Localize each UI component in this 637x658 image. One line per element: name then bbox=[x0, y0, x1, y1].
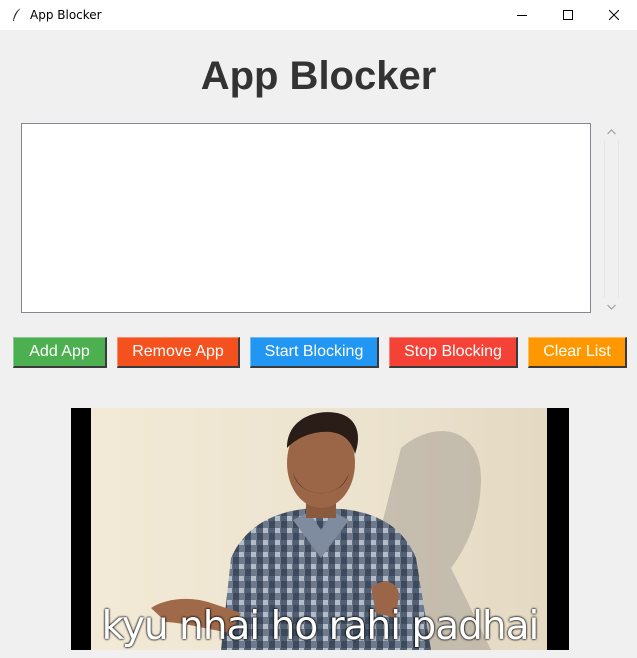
clear-list-button[interactable]: Clear List bbox=[528, 337, 627, 368]
feather-icon bbox=[8, 6, 26, 24]
close-icon bbox=[609, 10, 619, 20]
maximize-button[interactable] bbox=[545, 0, 591, 30]
close-button[interactable] bbox=[591, 0, 637, 30]
page-title: App Blocker bbox=[200, 54, 437, 98]
window-controls bbox=[499, 0, 637, 30]
app-listbox[interactable] bbox=[21, 123, 591, 313]
remove-app-button[interactable]: Remove App bbox=[117, 337, 240, 368]
scrollbar-track[interactable] bbox=[604, 140, 619, 298]
maximize-icon bbox=[563, 10, 573, 20]
scroll-down-arrow-icon[interactable] bbox=[603, 298, 620, 315]
meme-image: kyu nhai ho rahi padhai bbox=[71, 408, 569, 650]
title-bar: App Blocker bbox=[0, 0, 637, 30]
scroll-up-arrow-icon[interactable] bbox=[603, 123, 620, 140]
minimize-button[interactable] bbox=[499, 0, 545, 30]
window-title: App Blocker bbox=[30, 8, 102, 22]
meme-caption: kyu nhai ho rahi padhai bbox=[101, 604, 540, 649]
start-blocking-button[interactable]: Start Blocking bbox=[250, 337, 379, 368]
minimize-icon bbox=[517, 15, 527, 16]
stop-blocking-button[interactable]: Stop Blocking bbox=[389, 337, 518, 368]
add-app-button[interactable]: Add App bbox=[13, 337, 107, 368]
listbox-scrollbar[interactable] bbox=[603, 123, 620, 315]
